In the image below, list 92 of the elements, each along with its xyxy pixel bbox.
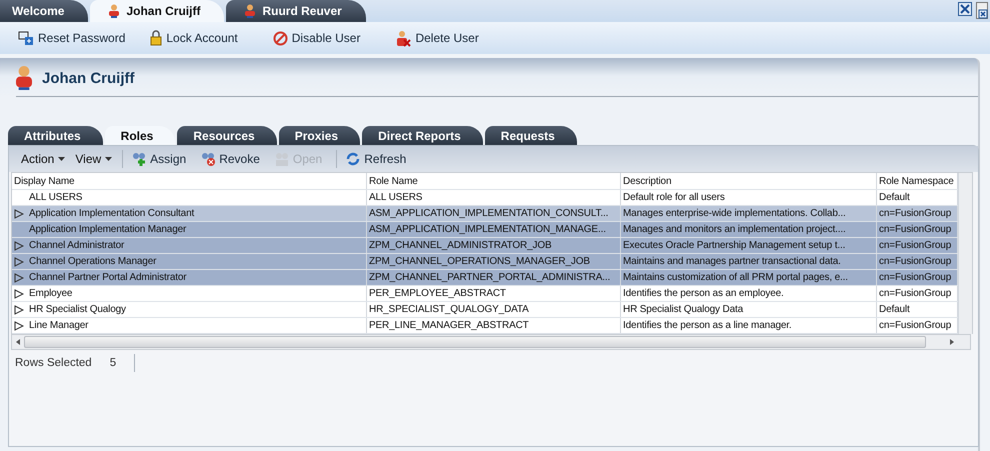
table-cell-text: Identifies the person as an employee. xyxy=(623,287,784,301)
scrollbar-thumb[interactable] xyxy=(24,336,926,348)
expand-icon[interactable] xyxy=(14,320,24,330)
table-cell-text: ASM_APPLICATION_IMPLEMENTATION_CONSULT... xyxy=(369,207,608,221)
delete-user-icon xyxy=(395,30,412,46)
table-cell-text: Maintains customization of all PRM portal pages, e... xyxy=(623,271,848,285)
table-cell-text: Line Manager xyxy=(28,319,88,333)
table-cell-text: Default xyxy=(879,191,910,205)
prohibited-icon xyxy=(272,30,288,46)
tab[interactable]: Resources xyxy=(177,126,277,145)
document-tab[interactable]: Welcome xyxy=(0,0,88,22)
rows-selected-label: Rows Selected xyxy=(15,357,92,369)
expand-icon[interactable] xyxy=(14,240,24,250)
tab[interactable]: Direct Reports xyxy=(362,126,483,145)
expand-icon[interactable] xyxy=(14,256,24,266)
menu-button[interactable]: Action xyxy=(21,152,66,166)
table-cell-text: cn=FusionGroup xyxy=(879,239,952,253)
caret-icon xyxy=(105,157,112,161)
user-icon xyxy=(108,4,120,18)
table-cell-text: Default role for all users xyxy=(623,191,725,205)
table-cell-text: Application Implementation Manager xyxy=(28,223,186,237)
column-header[interactable]: Display Name xyxy=(12,173,367,189)
expand-icon[interactable] xyxy=(14,288,24,298)
tab[interactable]: Requests xyxy=(484,126,577,145)
table-row[interactable]: HR Specialist Qualogy HR_SPECIALIST_QUALOGY_DATA HR Specialist Qualogy Data Default xyxy=(12,302,958,318)
table-row[interactable]: Employee PER_EMPLOYEE_ABSTRACT Identifies the person as an employee. cn=FusionGroup xyxy=(12,286,958,302)
menu-button[interactable]: View xyxy=(75,152,112,166)
table-cell-text: cn=FusionGroup xyxy=(879,255,952,269)
delete-user-button[interactable]: Delete User xyxy=(395,30,479,46)
vertical-scrollbar[interactable] xyxy=(958,173,972,334)
table-row[interactable]: Channel Administrator ZPM_CHANNEL_ADMINISTRATOR_JOB Executes Oracle Partnership Management setup t... cn=FusionGroup xyxy=(12,238,958,254)
table-cell-text: Identifies the person as a line manager. xyxy=(623,319,792,333)
table-cell-text: cn=FusionGroup xyxy=(879,207,952,221)
expand-icon[interactable] xyxy=(14,272,24,282)
table-cell-text: ALL USERS xyxy=(28,191,82,205)
lock-icon xyxy=(150,30,162,46)
table-cell-text: Employee xyxy=(28,287,72,301)
lock-account-button[interactable]: Lock Account xyxy=(150,30,238,46)
close-icon[interactable] xyxy=(958,2,972,16)
table-cell-text: Default xyxy=(879,303,910,317)
table-cell-text: PER_EMPLOYEE_ABSTRACT xyxy=(369,287,506,301)
toolbar-button[interactable]: Assign xyxy=(131,151,186,167)
table-cell-text: Manages enterprise-wide implementations. Collab... xyxy=(623,207,846,221)
add-group-icon xyxy=(131,151,148,167)
rows-selected-count: 5 xyxy=(110,357,116,369)
table-cell-text: Channel Partner Portal Administrator xyxy=(28,271,186,285)
table-cell-text: Channel Operations Manager xyxy=(28,255,156,269)
table-cell-text: Maintains and manages partner transactional data. xyxy=(623,255,841,269)
table-row[interactable]: Application Implementation Manager ASM_APPLICATION_IMPLEMENTATION_MANAGE... Manages and monitors an implementation project.... cn=FusionGroup xyxy=(12,222,958,238)
table-cell-text: Application Implementation Consultant xyxy=(28,207,194,221)
user-icon xyxy=(244,4,256,18)
table-cell-text: HR Specialist Qualogy Data xyxy=(623,303,744,317)
tab[interactable]: Proxies xyxy=(278,126,360,145)
table-cell-text: HR_SPECIALIST_QUALOGY_DATA xyxy=(369,303,529,317)
table-cell-text: cn=FusionGroup xyxy=(879,271,952,285)
table-cell-text: Channel Administrator xyxy=(28,239,124,253)
table-cell-text: cn=FusionGroup xyxy=(879,287,952,301)
expand-icon[interactable] xyxy=(14,208,24,218)
table-cell-text: cn=FusionGroup xyxy=(879,223,952,237)
tab[interactable]: Attributes xyxy=(8,126,103,145)
refresh-icon xyxy=(345,151,362,167)
disable-user-button[interactable]: Disable User xyxy=(272,30,360,46)
user-title: Johan Cruijff xyxy=(42,70,134,86)
column-header[interactable]: Description xyxy=(621,173,877,189)
close-all-icon[interactable] xyxy=(976,2,988,19)
remove-group-icon xyxy=(200,151,216,167)
table-cell-text: ZPM_CHANNEL_OPERATIONS_MANAGER_JOB xyxy=(369,255,590,269)
toolbar-button[interactable]: Revoke xyxy=(200,151,260,167)
table-row[interactable]: Channel Operations Manager ZPM_CHANNEL_OPERATIONS_MANAGER_JOB Maintains and manages partner transactional data. cn=FusionGroup xyxy=(12,254,958,270)
table-cell-text: Manages and monitors an implementation project.... xyxy=(623,223,846,237)
table-cell-text: ALL USERS xyxy=(369,191,422,205)
table-cell-text: ASM_APPLICATION_IMPLEMENTATION_MANAGE... xyxy=(369,223,606,237)
table-cell-text: cn=FusionGroup xyxy=(879,319,952,333)
table-cell-text: Executes Oracle Partnership Management setup t... xyxy=(623,239,846,253)
horizontal-scrollbar[interactable] xyxy=(11,334,971,350)
table-row[interactable]: Line Manager PER_LINE_MANAGER_ABSTRACT Identifies the person as a line manager. cn=FusionGroup xyxy=(12,318,958,334)
reset-password-button[interactable]: Reset Password xyxy=(18,30,126,46)
table-cell-text: ZPM_CHANNEL_PARTNER_PORTAL_ADMINISTRA... xyxy=(369,271,610,285)
table-row[interactable]: ALL USERS ALL USERS Default role for all users Default xyxy=(12,190,958,206)
expand-icon[interactable] xyxy=(14,304,24,314)
tab[interactable]: Roles xyxy=(104,126,176,145)
table-cell-text: HR Specialist Qualogy xyxy=(28,303,126,317)
table-cell-text: PER_LINE_MANAGER_ABSTRACT xyxy=(369,319,529,333)
table-row[interactable]: Application Implementation Consultant ASM_APPLICATION_IMPLEMENTATION_CONSULT... Manages enterprise-wide implementations. Collab... cn=FusionGroup xyxy=(12,206,958,222)
table-row[interactable]: Channel Partner Portal Administrator ZPM_CHANNEL_PARTNER_PORTAL_ADMINISTRA... Maintains customization of all PRM portal pages, e... cn=FusionGroup xyxy=(12,270,958,286)
toolbar-button[interactable]: Refresh xyxy=(345,151,406,167)
column-header[interactable]: Role Name xyxy=(367,173,621,189)
table-cell-text: ZPM_CHANNEL_ADMINISTRATOR_JOB xyxy=(369,239,552,253)
caret-icon xyxy=(58,157,66,161)
user-icon xyxy=(16,66,32,90)
document-tab[interactable]: Ruurd Reuver xyxy=(226,0,366,22)
document-tab[interactable]: Johan Cruijff xyxy=(90,0,224,22)
